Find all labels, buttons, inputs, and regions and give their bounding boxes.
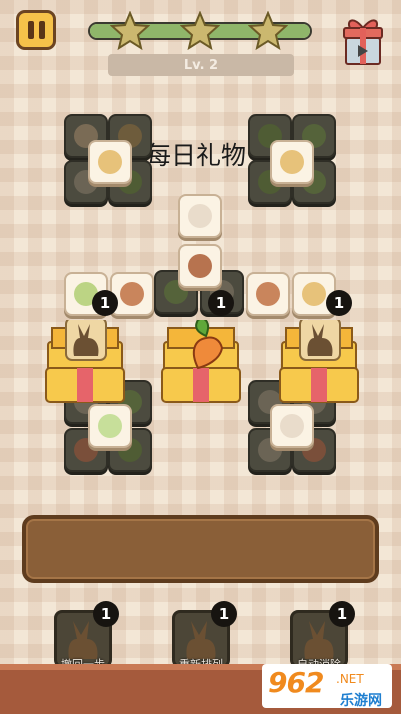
powerup-count-badge: 1 (93, 601, 119, 627)
tile-item-icon (120, 282, 144, 306)
tile-item-icon (188, 254, 212, 278)
tile-item-icon (98, 414, 122, 438)
match-tile[interactable] (270, 404, 314, 448)
rabbit-silhouette-icon (299, 317, 341, 361)
match-tile[interactable] (246, 272, 290, 316)
rabbit-silhouette-icon (65, 317, 107, 361)
pause-button[interactable] (16, 10, 56, 50)
gift-count-badge: 1 (92, 290, 118, 316)
tile-item-icon (280, 414, 304, 438)
tile-item-icon (280, 150, 304, 174)
tile-item-icon (302, 282, 326, 306)
level-label: Lv. 2 (108, 54, 294, 76)
star-icon (180, 11, 220, 51)
match-tile[interactable] (110, 272, 154, 316)
star-icon (110, 11, 150, 51)
tile-item-icon (98, 150, 122, 174)
watermark-logo: 962 (268, 666, 324, 699)
page-title: 每日礼物 (146, 141, 247, 170)
gift-box[interactable]: 1 (278, 290, 360, 406)
gift-count-badge: 1 (326, 290, 352, 316)
gift-box[interactable]: 1 (160, 290, 242, 406)
match-tile[interactable] (88, 404, 132, 448)
watermark-tld: .NET (336, 672, 364, 686)
pause-icon (27, 21, 34, 39)
match-tile[interactable] (178, 244, 222, 288)
star-icon (248, 11, 288, 51)
tile-item-icon (188, 204, 212, 228)
watermark-site: 乐游网 (340, 693, 382, 709)
tile-tray (22, 515, 379, 583)
powerup-count-badge: 1 (211, 601, 237, 627)
match-tile[interactable] (270, 140, 314, 184)
video-gift-icon[interactable] (340, 14, 386, 68)
tile-item-icon (256, 282, 280, 306)
gift-box[interactable]: 1 (44, 290, 126, 406)
match-tile[interactable] (178, 194, 222, 238)
match-tile[interactable] (88, 140, 132, 184)
powerup-count-badge: 1 (329, 601, 355, 627)
gift-count-badge: 1 (208, 290, 234, 316)
